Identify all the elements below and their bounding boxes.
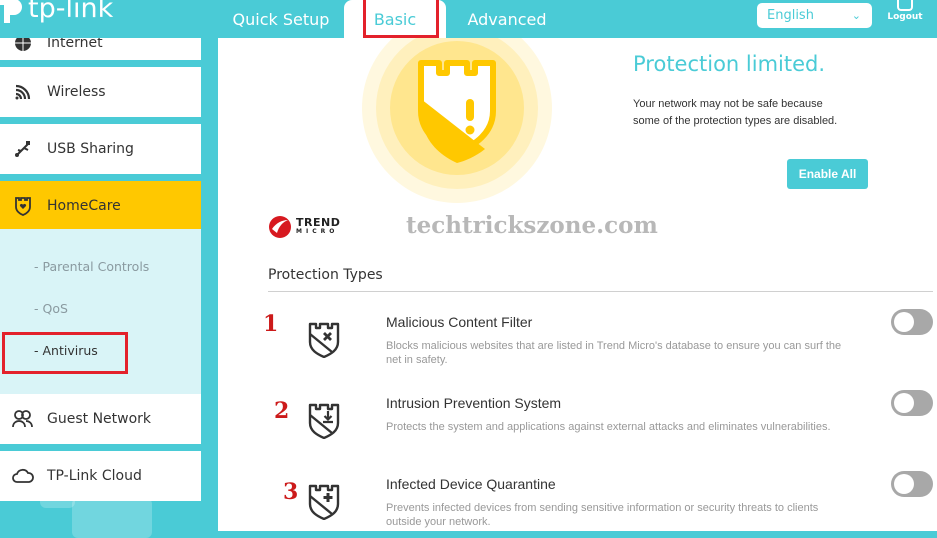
tab-label: Basic [373, 9, 417, 29]
main-nav: Quick Setup Basic Advanced [218, 0, 568, 38]
warning-shield-icon [413, 49, 501, 171]
trend-logo-line2: MICRO [296, 228, 339, 235]
annotation-number: 2 [274, 398, 290, 424]
shield-download-icon [306, 401, 342, 443]
sidebar-item-label: HomeCare [47, 198, 121, 214]
sidebar-item-label: TP-Link Cloud [47, 468, 142, 484]
usb-icon [12, 138, 34, 160]
trend-micro-icon [269, 216, 291, 238]
protection-status-description: Your network may not be safe because som… [633, 96, 837, 130]
sidebar-item-usb-sharing[interactable]: USB Sharing [0, 124, 201, 174]
background-decoration [72, 498, 152, 538]
tab-label: Advanced [467, 9, 547, 29]
protection-types-heading: Protection Types [268, 267, 383, 283]
submenu-item-parental-controls[interactable]: - Parental Controls [34, 259, 149, 274]
protection-type-row: 2 Intrusion Prevention System Protects t… [218, 390, 937, 465]
enable-all-button[interactable]: Enable All [787, 159, 868, 189]
status-desc-line: some of the protection types are disable… [633, 115, 838, 127]
malicious-content-filter-toggle[interactable] [891, 309, 933, 335]
toggle-knob [894, 312, 914, 332]
trend-logo-line1: TREND [296, 216, 341, 229]
language-selected-value: English [767, 8, 814, 23]
annotation-highlight-box [2, 332, 128, 374]
chevron-down-icon: ⌄ [851, 9, 861, 22]
toggle-knob [894, 393, 914, 413]
logout-icon [897, 0, 913, 11]
protection-type-name: Malicious Content Filter [386, 314, 533, 330]
trend-micro-logo: TREND MICRO [268, 215, 340, 239]
shield-plus-icon [306, 482, 342, 524]
infected-device-quarantine-toggle[interactable] [891, 471, 933, 497]
main-content: Protection limited. Your network may not… [218, 38, 937, 531]
submenu-item-qos[interactable]: - QoS [34, 301, 68, 316]
users-icon [12, 408, 34, 430]
logout-label: Logout [887, 12, 923, 22]
protection-type-row: 3 Infected Device Quarantine Prevents in… [218, 471, 937, 531]
sidebar-item-label: Wireless [47, 84, 106, 100]
sidebar-item-label: Guest Network [47, 411, 152, 427]
sidebar-item-homecare[interactable]: HomeCare [0, 181, 201, 231]
logout-button[interactable]: Logout [884, 0, 926, 32]
protection-type-name: Infected Device Quarantine [386, 476, 556, 492]
annotation-number: 1 [263, 311, 279, 337]
tp-link-logo[interactable]: tp-link [0, 0, 113, 26]
sidebar: Internet Wireless USB Sharing HomeCare -… [0, 26, 202, 538]
protection-type-name: Intrusion Prevention System [386, 395, 562, 411]
sidebar-item-label: USB Sharing [47, 141, 134, 157]
top-header: tp-link Quick Setup Basic Advanced Engli… [0, 0, 937, 38]
shield-heart-icon [12, 195, 34, 217]
tab-advanced[interactable]: Advanced [446, 0, 568, 38]
tab-quick-setup[interactable]: Quick Setup [218, 0, 344, 38]
divider [268, 291, 933, 292]
tp-link-logo-icon [0, 0, 22, 23]
toggle-knob [894, 474, 914, 494]
tab-label: Quick Setup [232, 9, 330, 29]
sidebar-item-guest-network[interactable]: Guest Network [0, 394, 201, 444]
intrusion-prevention-toggle[interactable] [891, 390, 933, 416]
protection-type-description: Blocks malicious websites that are liste… [386, 340, 842, 366]
language-select[interactable]: English ⌄ [757, 3, 872, 28]
wifi-icon [12, 81, 34, 103]
watermark-text: techtrickszone.com [406, 212, 658, 239]
protection-type-description: Protects the system and applications aga… [386, 421, 831, 433]
brand-name: tp-link [28, 0, 114, 24]
sidebar-item-tp-link-cloud[interactable]: TP-Link Cloud [0, 451, 201, 501]
sidebar-item-wireless[interactable]: Wireless [0, 67, 201, 117]
protection-type-description: Prevents infected devices from sending s… [386, 502, 819, 528]
status-desc-line: Your network may not be safe because [633, 98, 823, 110]
cloud-icon [12, 465, 34, 487]
tab-basic[interactable]: Basic [344, 0, 446, 38]
annotation-number: 3 [283, 479, 299, 505]
protection-status-title: Protection limited. [633, 52, 826, 76]
protection-type-row: 1 Malicious Content Filter Blocks malici… [218, 309, 937, 384]
shield-block-icon [306, 320, 342, 362]
